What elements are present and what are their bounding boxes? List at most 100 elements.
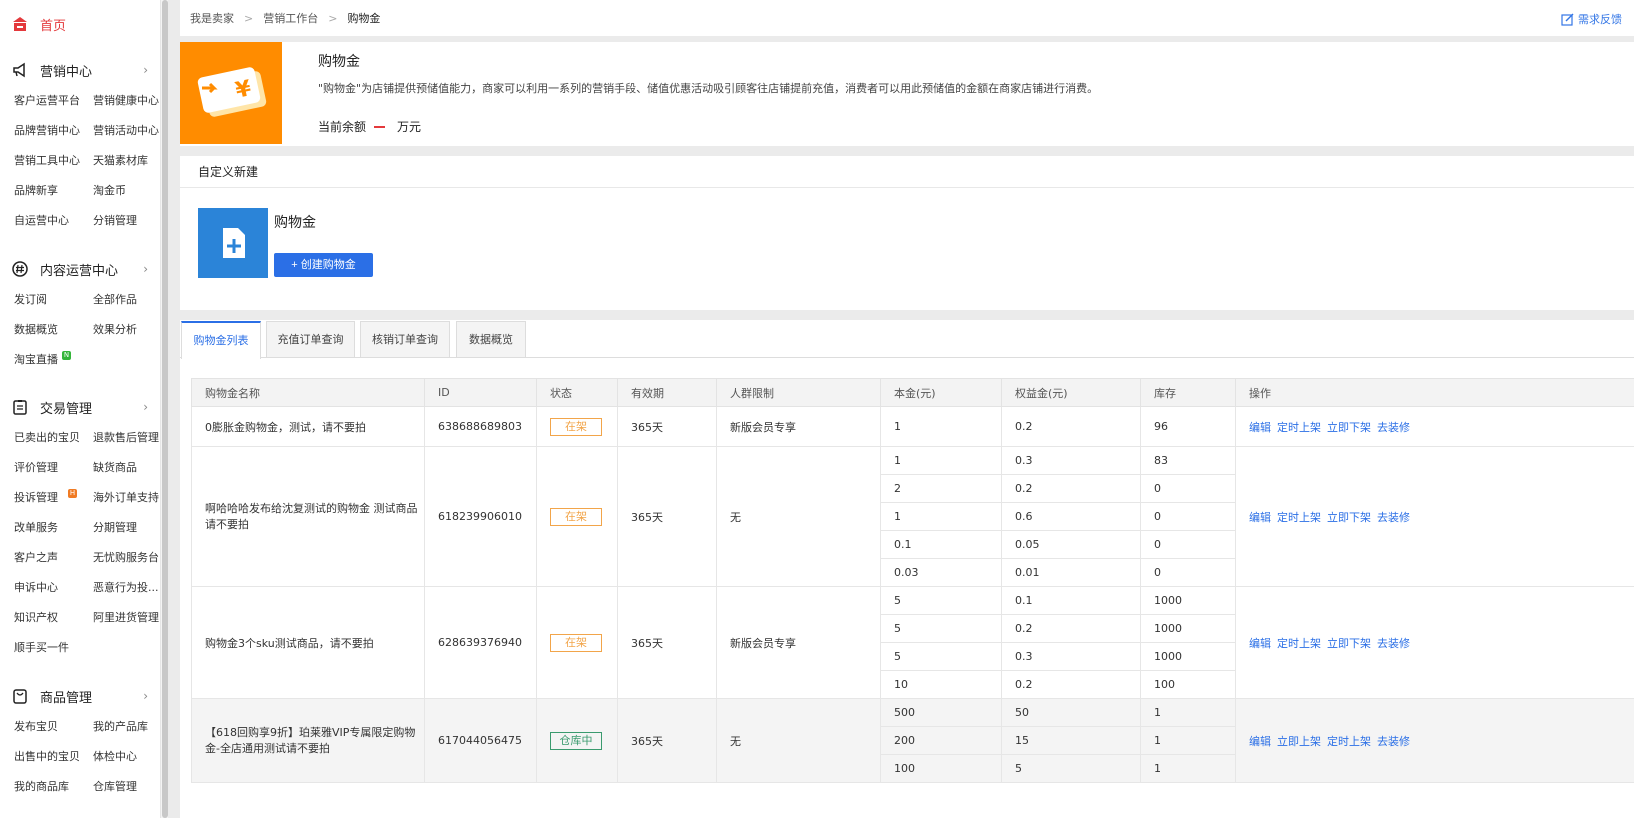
sidebar-item[interactable]: 恶意行为投... [93,579,159,595]
cell-principal: 1 [880,406,1002,447]
sidebar-item[interactable]: 已卖出的宝贝 [14,429,80,445]
unshelf-link[interactable]: 立即下架 [1327,511,1371,524]
edit-link[interactable]: 编辑 [1249,637,1271,650]
sidebar-item[interactable]: 顺手买一件 [14,639,69,655]
tab-recharge-orders[interactable]: 充值订单查询 [266,321,355,357]
cell-stock: 1000 [1140,642,1236,671]
cell-crowd: 新版会员专享 [716,586,881,699]
sidebar-item[interactable]: 营销活动中心 [93,122,159,138]
unshelf-link[interactable]: 立即下架 [1327,421,1371,434]
sidebar-item[interactable]: 改单服务 [14,519,58,535]
sidebar-item[interactable]: 品牌营销中心 [14,122,80,138]
sidebar-item[interactable]: 自运营中心 [14,212,69,228]
edit-link[interactable]: 编辑 [1249,511,1271,524]
cell-validity: 365天 [617,698,717,783]
cell-name: 购物金3个sku测试商品，请不要拍 [191,586,425,699]
cell-ops: 编辑 定时上架 立即下架 去装修 [1235,586,1634,699]
edit-link[interactable]: 编辑 [1249,735,1271,748]
decorate-link[interactable]: 去装修 [1377,511,1410,524]
sidebar-item[interactable]: 我的商品库 [14,778,69,794]
megaphone-icon [13,62,25,78]
cell-validity: 365天 [617,586,717,699]
status-badge: 在架 [550,633,602,652]
sidebar-home[interactable]: 首页 [12,14,66,34]
schedule-shelf-link[interactable]: 定时上架 [1277,637,1321,650]
schedule-shelf-link[interactable]: 定时上架 [1327,735,1371,748]
sidebar-item[interactable]: 申诉中心 [14,579,58,595]
schedule-shelf-link[interactable]: 定时上架 [1277,511,1321,524]
tab-bar: 购物金列表 充值订单查询 核销订单查询 数据概览 [180,320,1634,359]
decorate-link[interactable]: 去装修 [1377,735,1410,748]
cell-ops: 编辑 立即上架 定时上架 去装修 [1235,698,1634,783]
sidebar-item[interactable]: 淘宝直播 N [14,351,71,367]
sidebar-item[interactable]: 退款售后管理 [93,429,159,445]
table-row: 【618回购享9折】珀莱雅VIP专属限定购物金-全店通用测试请不要拍 61704… [191,698,1634,783]
new-file-card[interactable] [198,208,268,278]
col-header: 人群限制 [716,378,881,407]
sidebar-item[interactable]: 我的产品库 [93,718,148,734]
sidebar-item[interactable]: 营销健康中心 [93,92,159,108]
feedback-link[interactable]: 需求反馈 [1561,11,1622,27]
create-shopping-gold-button[interactable]: + 创建购物金 [274,253,373,277]
sidebar-section-title: 商品管理 [40,690,93,706]
cell-validity: 365天 [617,406,717,447]
cell-stock: 1 [1140,726,1236,755]
cell-crowd: 无 [716,698,881,783]
sidebar-item[interactable]: 知识产权 [14,609,58,625]
cell-bonus: 5 [1001,754,1141,783]
breadcrumb-item[interactable]: 营销工作台 [263,10,318,26]
sidebar-item[interactable]: 全部作品 [93,291,137,307]
edit-icon [1561,13,1574,26]
col-header: 本金(元) [880,378,1002,407]
cell-principal: 5 [880,614,1002,643]
chevron-right-icon: › [143,63,148,77]
sidebar-item[interactable]: 发布宝贝 [14,718,58,734]
cell-principal: 0.03 [880,558,1002,587]
sidebar-item[interactable]: 天猫素材库 [93,152,148,168]
tab-list[interactable]: 购物金列表 [181,321,261,359]
sidebar-item[interactable]: 出售中的宝贝 [14,748,80,764]
card-title: 购物金 [274,215,316,231]
sidebar-item[interactable]: 客户运营平台 [14,92,80,108]
decorate-link[interactable]: 去装修 [1377,421,1410,434]
cell-stock: 0 [1140,530,1236,559]
sidebar-item[interactable]: 营销工具中心 [14,152,80,168]
cell-id: 618239906010 [424,446,537,587]
sidebar-section-marketing[interactable]: 营销中心 › [12,60,148,80]
sidebar-item[interactable]: 数据概览 [14,321,58,337]
sidebar-item[interactable]: 分期管理 [93,519,137,535]
cell-name: 0膨胀金购物金，测试，请不要拍 [191,406,425,447]
schedule-shelf-link[interactable]: 定时上架 [1277,421,1321,434]
sidebar-item[interactable]: 体检中心 [93,748,137,764]
sidebar-item[interactable]: 分销管理 [93,212,137,228]
sidebar-item[interactable]: 无忧购服务台 [93,549,159,565]
sidebar-section-content[interactable]: 内容运营中心 › [12,259,148,279]
sidebar-item[interactable]: 效果分析 [93,321,137,337]
cell-bonus: 0.1 [1001,586,1141,615]
sidebar-item[interactable]: 淘金币 [93,182,126,198]
decorate-link[interactable]: 去装修 [1377,637,1410,650]
sidebar-item[interactable]: 缺货商品 [93,459,137,475]
col-header: 库存 [1140,378,1236,407]
sidebar-item[interactable]: 评价管理 [14,459,58,475]
tab-redeem-orders[interactable]: 核销订单查询 [360,321,450,357]
new-file-icon [223,228,245,258]
edit-link[interactable]: 编辑 [1249,421,1271,434]
cell-bonus: 0.2 [1001,614,1141,643]
sidebar-scrollbar[interactable] [160,0,168,818]
sidebar-item[interactable]: 阿里进货管理 [93,609,159,625]
breadcrumb-item[interactable]: 我是卖家 [190,10,234,26]
unshelf-link[interactable]: 立即下架 [1327,637,1371,650]
sidebar-item[interactable]: 投诉管理 H [14,489,77,505]
sidebar-item[interactable]: 仓库管理 [93,778,137,794]
sidebar-item[interactable]: 海外订单支持 [93,489,159,505]
sidebar-item[interactable]: 客户之声 [14,549,58,565]
sidebar-item[interactable]: 品牌新享 [14,182,58,198]
tab-data-overview[interactable]: 数据概览 [456,321,526,357]
cell-stock: 0 [1140,502,1236,531]
sidebar-section-trade[interactable]: 交易管理 › [12,397,148,417]
sidebar-section-goods[interactable]: 商品管理 › [12,686,148,706]
sidebar-item[interactable]: 发订阅 [14,291,47,307]
col-header: 有效期 [617,378,717,407]
shelf-now-link[interactable]: 立即上架 [1277,735,1321,748]
